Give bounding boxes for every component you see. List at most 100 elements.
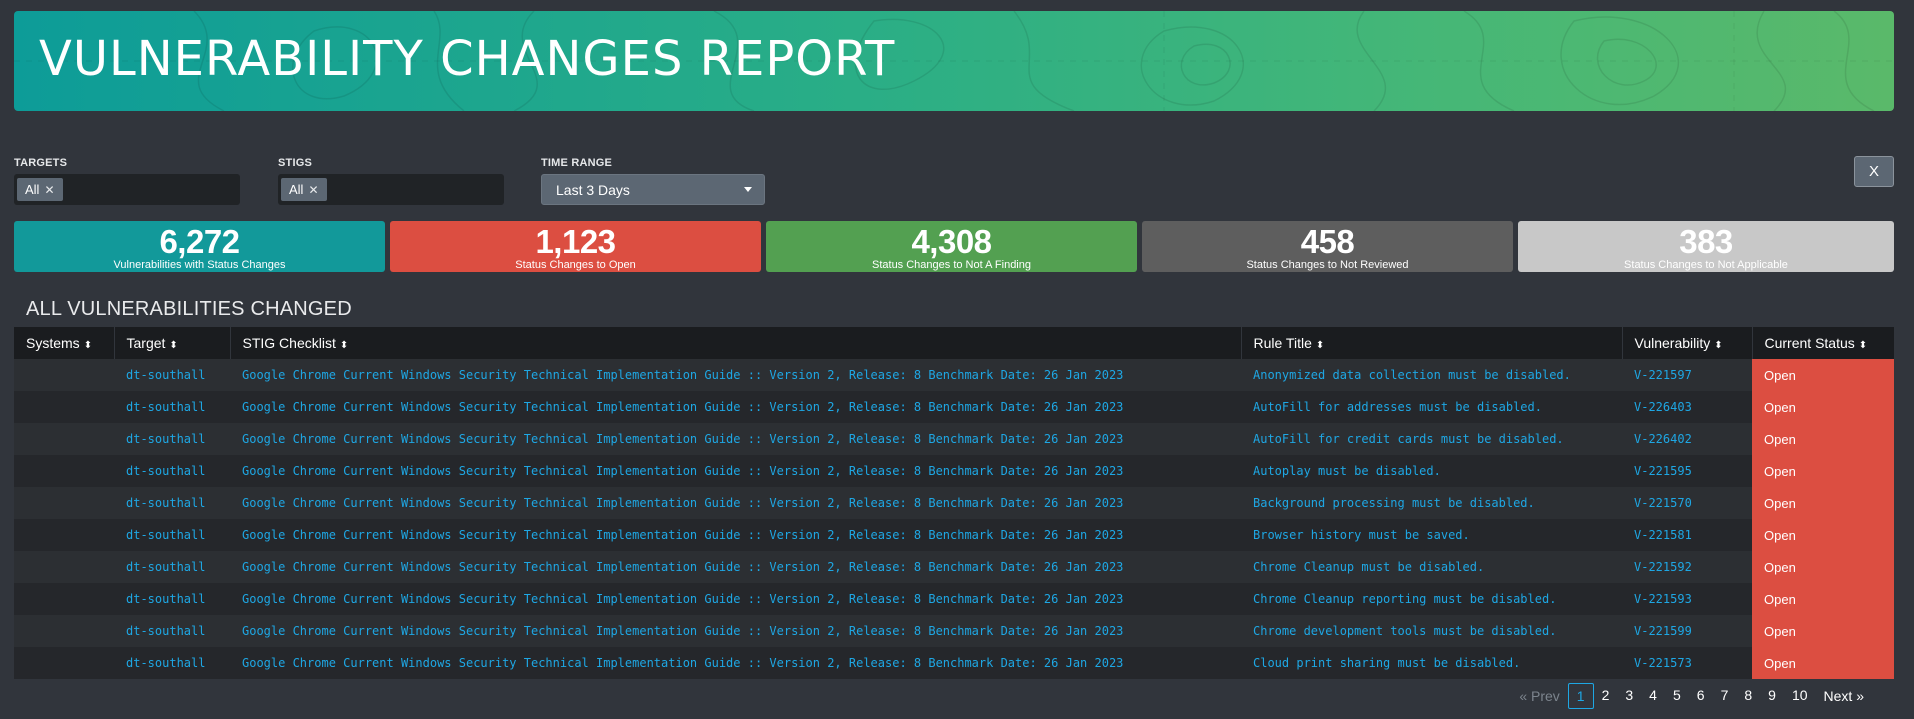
sort-icon: ⬍ <box>1315 340 1325 351</box>
vulnerability-link[interactable]: V-226402 <box>1622 423 1752 455</box>
table-row[interactable]: dt-southall Google Chrome Current Windows… <box>14 423 1894 455</box>
stigs-tag-label: All <box>289 182 304 197</box>
stig-checklist-link[interactable]: Google Chrome Current Windows Security T… <box>230 551 1241 583</box>
close-icon[interactable]: ✕ <box>308 183 318 197</box>
stig-checklist-link[interactable]: Google Chrome Current Windows Security T… <box>230 391 1241 423</box>
target-link[interactable]: dt-southall <box>114 647 230 679</box>
page-link-4[interactable]: 4 <box>1641 683 1665 709</box>
target-link[interactable]: dt-southall <box>114 359 230 391</box>
table-row[interactable]: dt-southall Google Chrome Current Windows… <box>14 583 1894 615</box>
systems-cell <box>14 551 114 583</box>
table-row[interactable]: dt-southall Google Chrome Current Windows… <box>14 455 1894 487</box>
kpi-label: Status Changes to Not Applicable <box>1624 259 1788 271</box>
target-link[interactable]: dt-southall <box>114 615 230 647</box>
table-row[interactable]: dt-southall Google Chrome Current Windows… <box>14 647 1894 679</box>
stigs-tag[interactable]: All ✕ <box>281 178 327 201</box>
systems-cell <box>14 391 114 423</box>
sort-icon: ⬍ <box>339 340 349 351</box>
column-header-target[interactable]: Target ⬍ <box>114 327 231 359</box>
stig-checklist-link[interactable]: Google Chrome Current Windows Security T… <box>230 359 1241 391</box>
status-cell: Open <box>1752 391 1894 423</box>
rule-title-link[interactable]: AutoFill for addresses must be disabled. <box>1241 391 1622 423</box>
target-link[interactable]: dt-southall <box>114 487 230 519</box>
column-header-stig-checklist[interactable]: STIG Checklist ⬍ <box>230 327 1242 359</box>
sort-icon: ⬍ <box>1858 340 1868 351</box>
rule-title-link[interactable]: Chrome Cleanup must be disabled. <box>1241 551 1622 583</box>
kpi-value: 1,123 <box>535 223 616 260</box>
status-cell: Open <box>1752 519 1894 551</box>
target-link[interactable]: dt-southall <box>114 551 230 583</box>
stigs-multiselect[interactable]: All ✕ <box>278 174 504 205</box>
stig-checklist-link[interactable]: Google Chrome Current Windows Security T… <box>230 615 1241 647</box>
kpi-label: Status Changes to Not Reviewed <box>1246 259 1409 271</box>
table-row[interactable]: dt-southall Google Chrome Current Windows… <box>14 519 1894 551</box>
rule-title-link[interactable]: Browser history must be saved. <box>1241 519 1622 551</box>
page-link-9[interactable]: 9 <box>1760 683 1784 709</box>
time-range-value: Last 3 Days <box>556 181 630 198</box>
target-link[interactable]: dt-southall <box>114 519 230 551</box>
vulnerability-link[interactable]: V-221593 <box>1622 583 1752 615</box>
page-link-3[interactable]: 3 <box>1617 683 1641 709</box>
table-row[interactable]: dt-southall Google Chrome Current Windows… <box>14 551 1894 583</box>
status-cell: Open <box>1752 455 1894 487</box>
rule-title-link[interactable]: Chrome development tools must be disable… <box>1241 615 1622 647</box>
kpi-total-changes[interactable]: 6,272 Vulnerabilities with Status Change… <box>14 221 385 272</box>
target-link[interactable]: dt-southall <box>114 583 230 615</box>
stig-checklist-link[interactable]: Google Chrome Current Windows Security T… <box>230 423 1241 455</box>
page-link-1[interactable]: 1 <box>1567 683 1594 709</box>
rule-title-link[interactable]: Background processing must be disabled. <box>1241 487 1622 519</box>
column-header-systems[interactable]: Systems ⬍ <box>14 327 115 359</box>
status-cell: Open <box>1752 647 1894 679</box>
kpi-changes-to-open[interactable]: 1,123 Status Changes to Open <box>390 221 761 272</box>
rule-title-link[interactable]: Chrome Cleanup reporting must be disable… <box>1241 583 1622 615</box>
column-header-rule-title[interactable]: Rule Title ⬍ <box>1241 327 1623 359</box>
page-link-7[interactable]: 7 <box>1713 683 1737 709</box>
stig-checklist-link[interactable]: Google Chrome Current Windows Security T… <box>230 647 1241 679</box>
target-link[interactable]: dt-southall <box>114 391 230 423</box>
page-link-5[interactable]: 5 <box>1665 683 1689 709</box>
stig-checklist-link[interactable]: Google Chrome Current Windows Security T… <box>230 487 1241 519</box>
rule-title-link[interactable]: Cloud print sharing must be disabled. <box>1241 647 1622 679</box>
vulnerability-link[interactable]: V-221573 <box>1622 647 1752 679</box>
vulnerability-link[interactable]: V-221599 <box>1622 615 1752 647</box>
table-row[interactable]: dt-southall Google Chrome Current Windows… <box>14 615 1894 647</box>
column-header-vulnerability[interactable]: Vulnerability ⬍ <box>1622 327 1753 359</box>
target-link[interactable]: dt-southall <box>114 455 230 487</box>
targets-multiselect[interactable]: All ✕ <box>14 174 240 205</box>
status-cell: Open <box>1752 359 1894 391</box>
kpi-changes-to-not-reviewed[interactable]: 458 Status Changes to Not Reviewed <box>1142 221 1513 272</box>
vulnerability-link[interactable]: V-221597 <box>1622 359 1752 391</box>
target-link[interactable]: dt-southall <box>114 423 230 455</box>
page-link-2[interactable]: 2 <box>1594 683 1618 709</box>
prev-page-link[interactable]: « Prev <box>1511 684 1567 708</box>
table-row[interactable]: dt-southall Google Chrome Current Windows… <box>14 391 1894 423</box>
vulnerability-link[interactable]: V-221592 <box>1622 551 1752 583</box>
table-row[interactable]: dt-southall Google Chrome Current Windows… <box>14 359 1894 391</box>
kpi-value: 6,272 <box>159 223 240 260</box>
stig-checklist-link[interactable]: Google Chrome Current Windows Security T… <box>230 583 1241 615</box>
rule-title-link[interactable]: Autoplay must be disabled. <box>1241 455 1622 487</box>
vulnerability-link[interactable]: V-221570 <box>1622 487 1752 519</box>
stig-checklist-link[interactable]: Google Chrome Current Windows Security T… <box>230 455 1241 487</box>
rule-title-link[interactable]: Anonymized data collection must be disab… <box>1241 359 1622 391</box>
vulnerability-link[interactable]: V-221581 <box>1622 519 1752 551</box>
page-link-10[interactable]: 10 <box>1784 683 1816 709</box>
close-button[interactable]: X <box>1854 156 1894 187</box>
kpi-changes-to-not-a-finding[interactable]: 4,308 Status Changes to Not A Finding <box>766 221 1137 272</box>
kpi-changes-to-not-applicable[interactable]: 383 Status Changes to Not Applicable <box>1518 221 1894 272</box>
stig-checklist-link[interactable]: Google Chrome Current Windows Security T… <box>230 519 1241 551</box>
page-link-6[interactable]: 6 <box>1689 683 1713 709</box>
next-page-link[interactable]: Next » <box>1816 684 1872 708</box>
table-row[interactable]: dt-southall Google Chrome Current Windows… <box>14 487 1894 519</box>
systems-cell <box>14 359 114 391</box>
vulnerability-link[interactable]: V-221595 <box>1622 455 1752 487</box>
column-header-current-status[interactable]: Current Status ⬍ <box>1752 327 1895 359</box>
time-range-dropdown[interactable]: Last 3 Days <box>541 174 765 205</box>
page-links: 1 2 3 4 5 6 7 8 9 10 <box>1567 683 1816 709</box>
targets-tag[interactable]: All ✕ <box>17 178 63 201</box>
rule-title-link[interactable]: AutoFill for credit cards must be disabl… <box>1241 423 1622 455</box>
vulnerability-link[interactable]: V-226403 <box>1622 391 1752 423</box>
page-link-8[interactable]: 8 <box>1736 683 1760 709</box>
page-title: VULNERABILITY CHANGES REPORT <box>39 31 896 87</box>
close-icon[interactable]: ✕ <box>44 183 54 197</box>
